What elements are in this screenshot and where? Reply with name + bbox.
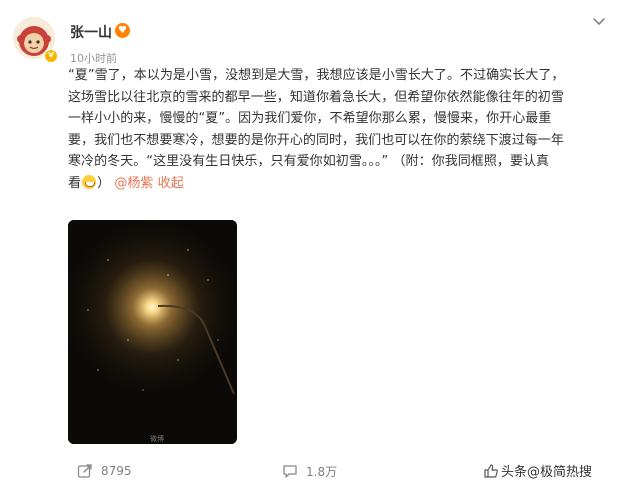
comment-button[interactable]: 1.8万 xyxy=(282,458,337,484)
post-text-line: 一样小小的来，慢慢的“夏”。因为我们爱你，不希望你那么累，慢慢来，你开心最重 xyxy=(68,111,552,126)
post-photo[interactable] xyxy=(68,220,237,444)
repost-icon xyxy=(77,464,92,478)
post-text: “夏”雪了，本以为是小雪，没想到是大雪，我想应该是小雪长大了。不过确实长大了， … xyxy=(68,65,614,194)
repost-button[interactable]: 8795 xyxy=(77,458,132,484)
watermark-text: 头条@极简热搜 xyxy=(501,465,593,480)
collapse-link[interactable]: 收起 xyxy=(158,176,184,191)
author-name[interactable]: 张一山 xyxy=(70,22,112,42)
grin-emoji-icon xyxy=(82,174,97,189)
source-watermark: 头条@极简热搜 xyxy=(483,461,592,480)
chevron-down-icon[interactable] xyxy=(590,14,608,28)
post-timestamp[interactable]: 10小时前 xyxy=(70,50,117,66)
post-text-line: 要，我们也不想要寒冷，想要的是你开心的同时，我们也可以在你的萦绕下渡过每一年 xyxy=(68,132,564,148)
comment-count: 1.8万 xyxy=(306,464,338,479)
mention-link[interactable]: @杨紫 xyxy=(114,176,153,191)
post-text-fragment: 看 xyxy=(68,175,82,191)
post-text-fragment: ） xyxy=(97,175,111,191)
post-text-line: “夏”雪了，本以为是小雪，没想到是大雪，我想应该是小雪长大了。不过确实长大了， xyxy=(68,68,565,83)
post-text-line: 寒冷的冬天。“这里没有生日快乐，只有爱你如初雪。。。” （附：你我同框照，要认真 xyxy=(68,154,550,169)
post-text-last-line: 看 ） @杨紫 收起 xyxy=(68,173,614,195)
repost-count: 8795 xyxy=(101,464,132,478)
photo-watermark: 微博 xyxy=(150,435,164,443)
post-text-line: 这场雪比以往北京的雪来的都早一些，知道你着急长大，但希望你依然能像往年的初雪 xyxy=(68,89,564,105)
comment-icon xyxy=(283,465,297,478)
thumbs-up-icon[interactable] xyxy=(483,463,499,479)
heart-eyes-badge-icon: ♥ xyxy=(115,23,130,38)
verified-badge-icon: v xyxy=(44,49,58,63)
